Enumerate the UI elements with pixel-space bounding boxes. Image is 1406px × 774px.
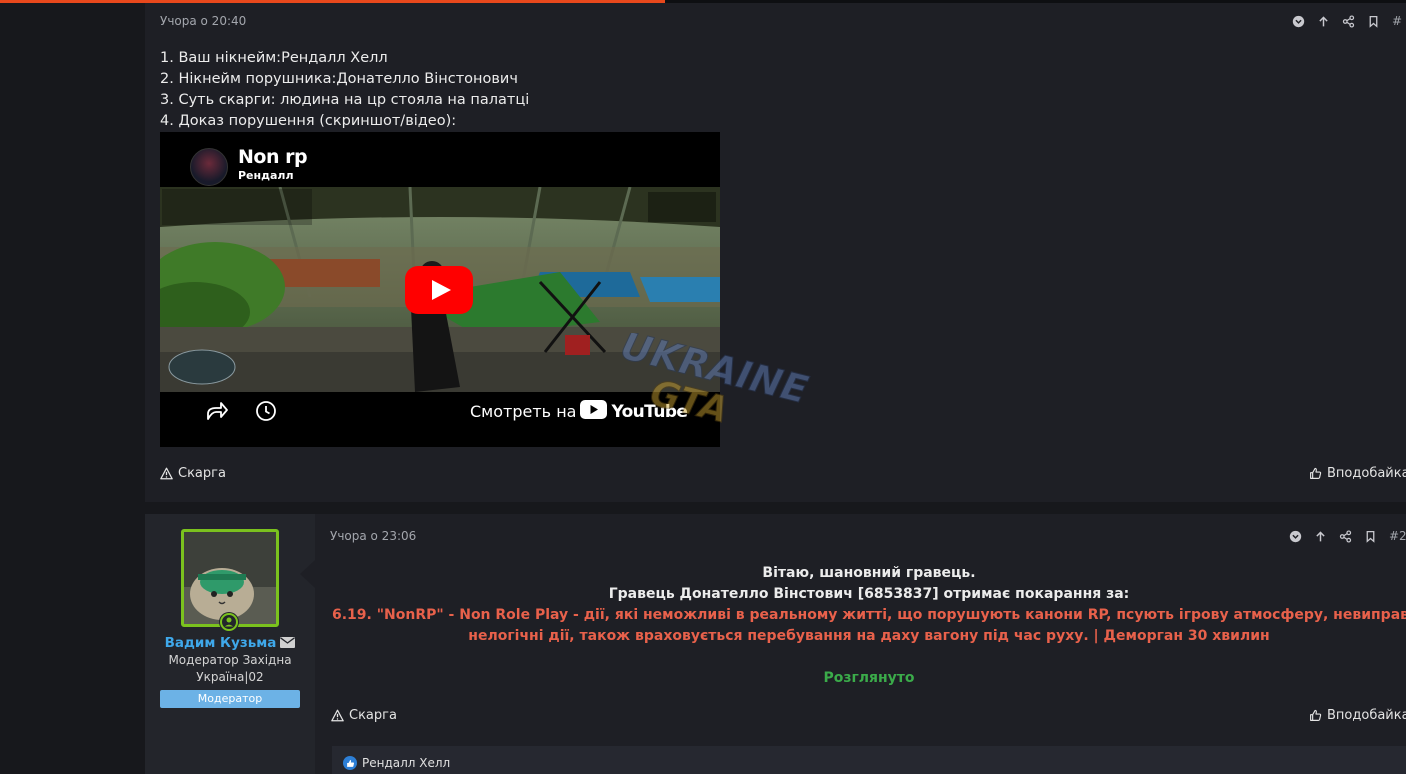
complaint-line-essence: 3. Суть скарги: людина на цр стояла на п… [160,92,530,108]
watch-on-label: Смотреть на [470,402,577,421]
greeting-text: Вітаю, шановний гравець. [762,565,976,581]
share-icon[interactable] [1339,529,1352,543]
share-arrow-icon[interactable] [205,400,229,426]
post-1-body: 1. Ваш нікнейм:Рендалл Хелл 2. Нікнейм п… [160,48,529,132]
moderator-badge: Модератор [160,690,300,708]
post-2-report-link[interactable]: Скарга [331,708,397,723]
online-status-icon [219,612,239,632]
complaint-line-nickname: 1. Ваш нікнейм:Рендалл Хелл [160,50,388,66]
post-1-report-link[interactable]: Скарга [160,466,226,481]
post-2-like-link[interactable]: Вподобайка [1309,708,1406,723]
chevron-down-icon[interactable] [1292,15,1305,28]
reaction-list[interactable]: Рендалл Хелл [343,756,450,770]
post-1-actions: # [1292,14,1402,28]
reactions-bar [332,746,1406,774]
report-label: Скарга [178,466,226,481]
bookmark-icon[interactable] [1364,530,1377,543]
like-label: Вподобайка [1327,466,1406,481]
rule-text-line-1: 6.19. "NonRP" - Non Role Play - дії, які… [332,607,1406,623]
like-reaction-icon [343,756,357,770]
verdict-text: Гравець Донателло Вінстович [6853837] от… [608,586,1130,602]
envelope-icon[interactable] [280,633,296,652]
thumbs-up-icon [1309,709,1322,722]
post-1-timestamp[interactable]: Учора о 20:40 [160,14,246,28]
username-link[interactable]: Вадим Кузьма [165,635,277,651]
share-icon[interactable] [1342,14,1355,28]
reaction-user-name[interactable]: Рендалл Хелл [362,756,450,770]
arrow-up-icon[interactable] [1317,15,1330,28]
bookmark-icon[interactable] [1367,15,1380,28]
status-reviewed: Розглянуто [823,670,915,686]
post-2-actions: #2 [1289,529,1406,543]
complaint-line-violator: 2. Нікнейм порушника:Донателло Вінстонов… [160,71,518,87]
chevron-down-icon[interactable] [1289,530,1302,543]
rule-text-line-2: нелогічні дії, також враховується перебу… [468,628,1270,644]
report-label: Скарга [349,708,397,723]
youtube-logo-icon [580,400,608,423]
complaint-line-evidence: 4. Доказ порушення (скриншот/відео): [160,113,457,129]
video-title[interactable]: Non rp [238,146,308,168]
thumbs-up-icon [1309,467,1322,480]
watch-later-icon[interactable] [255,400,277,426]
arrow-up-icon[interactable] [1314,530,1327,543]
play-button[interactable] [405,266,473,318]
warning-icon [160,467,173,480]
post-2-number[interactable]: #2 [1389,529,1406,543]
post-2-timestamp[interactable]: Учора о 23:06 [330,529,416,543]
post-2 [315,514,1406,774]
post-1-number[interactable]: # [1392,14,1402,28]
like-label: Вподобайка [1327,708,1406,723]
ukraine-gta-watermark: UKRAINE GTA [608,323,818,443]
warning-icon [331,709,344,722]
username-row: Вадим Кузьма [145,633,315,652]
channel-avatar[interactable] [190,148,228,186]
user-title: Модератор Західна Україна|02 [168,653,292,684]
channel-name[interactable]: Рендалл [238,169,294,182]
user-panel-arrow [300,560,315,588]
post-1-like-link[interactable]: Вподобайка [1309,466,1406,481]
